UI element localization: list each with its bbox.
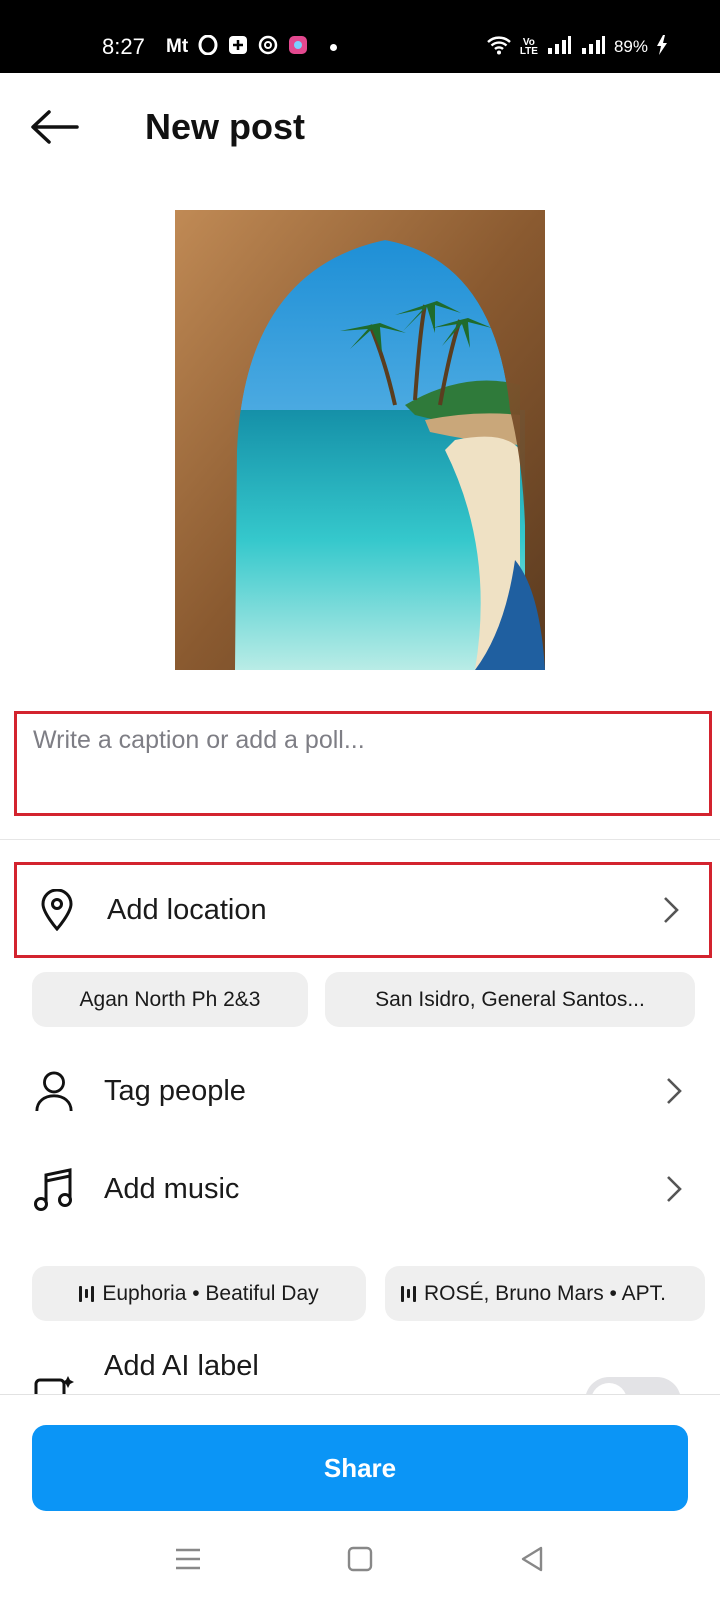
chevron-right-icon	[664, 1174, 684, 1204]
location-suggestion-chip[interactable]: Agan North Ph 2&3	[32, 972, 308, 1027]
recent-apps-button[interactable]	[166, 1537, 210, 1581]
status-bar: 8:27 Mt Vo LTE 89%	[0, 0, 720, 73]
tag-people-row[interactable]: Tag people	[14, 1045, 712, 1137]
system-status-icons: Vo LTE 89%	[486, 34, 668, 61]
beach-cave-image	[175, 210, 545, 670]
music-suggestion-label: ROSÉ, Bruno Mars • APT.	[424, 1281, 666, 1305]
carrier-glyph: Mt	[166, 36, 189, 57]
add-music-row[interactable]: Add music	[14, 1143, 712, 1235]
home-button[interactable]	[338, 1537, 382, 1581]
app-icon	[288, 35, 308, 60]
person-icon	[34, 1069, 74, 1113]
music-suggestion-chip[interactable]: ROSÉ, Bruno Mars • APT.	[385, 1266, 705, 1321]
post-image-preview[interactable]	[175, 210, 545, 670]
location-suggestion-chip[interactable]: San Isidro, General Santos...	[325, 972, 695, 1027]
audio-bars-icon	[79, 1285, 95, 1302]
tag-people-label: Tag people	[104, 1074, 246, 1107]
add-location-label: Add location	[107, 893, 267, 926]
volte-bottom: LTE	[519, 46, 538, 57]
opera-icon	[198, 34, 218, 60]
notification-icons: Mt	[166, 34, 338, 60]
back-button[interactable]	[24, 103, 84, 151]
back-nav-button[interactable]	[510, 1537, 554, 1581]
caption-field-container	[14, 711, 712, 816]
notification-dot	[330, 43, 338, 51]
bottom-action-bar: Share	[0, 1394, 720, 1600]
add-music-label: Add music	[104, 1172, 240, 1205]
volte-indicator: Vo LTE	[519, 38, 538, 57]
ai-label-toggle[interactable]	[585, 1377, 681, 1394]
location-pin-icon	[37, 888, 77, 932]
ai-label-row[interactable]: Add AI label	[0, 1330, 720, 1394]
wifi-icon	[486, 35, 512, 60]
add-box-icon	[228, 35, 248, 60]
threads-icon	[258, 35, 278, 60]
add-location-row[interactable]: Add location	[14, 862, 712, 958]
divider	[0, 839, 720, 840]
menu-icon	[176, 1548, 200, 1570]
caption-input[interactable]	[17, 714, 709, 813]
ai-label-text: Add AI label	[104, 1350, 259, 1382]
arrow-left-icon	[31, 110, 79, 144]
battery-percent: 89%	[613, 37, 648, 56]
music-suggestion-chip[interactable]: Euphoria • Beatiful Day	[32, 1266, 366, 1321]
battery-charging-icon	[656, 34, 668, 61]
ai-label-icon	[34, 1376, 74, 1394]
share-button[interactable]: Share	[32, 1425, 688, 1511]
header: New post	[0, 73, 720, 183]
chevron-right-icon	[661, 895, 681, 925]
music-suggestion-label: Euphoria • Beatiful Day	[102, 1281, 319, 1305]
status-time: 8:27	[102, 34, 145, 59]
audio-bars-icon	[401, 1285, 416, 1302]
triangle-back-icon	[521, 1546, 543, 1572]
page-title: New post	[145, 106, 306, 147]
chevron-right-icon	[664, 1076, 684, 1106]
signal-icon	[546, 35, 572, 60]
music-note-icon	[34, 1167, 74, 1211]
square-icon	[347, 1546, 373, 1572]
signal-icon-2	[580, 35, 606, 60]
